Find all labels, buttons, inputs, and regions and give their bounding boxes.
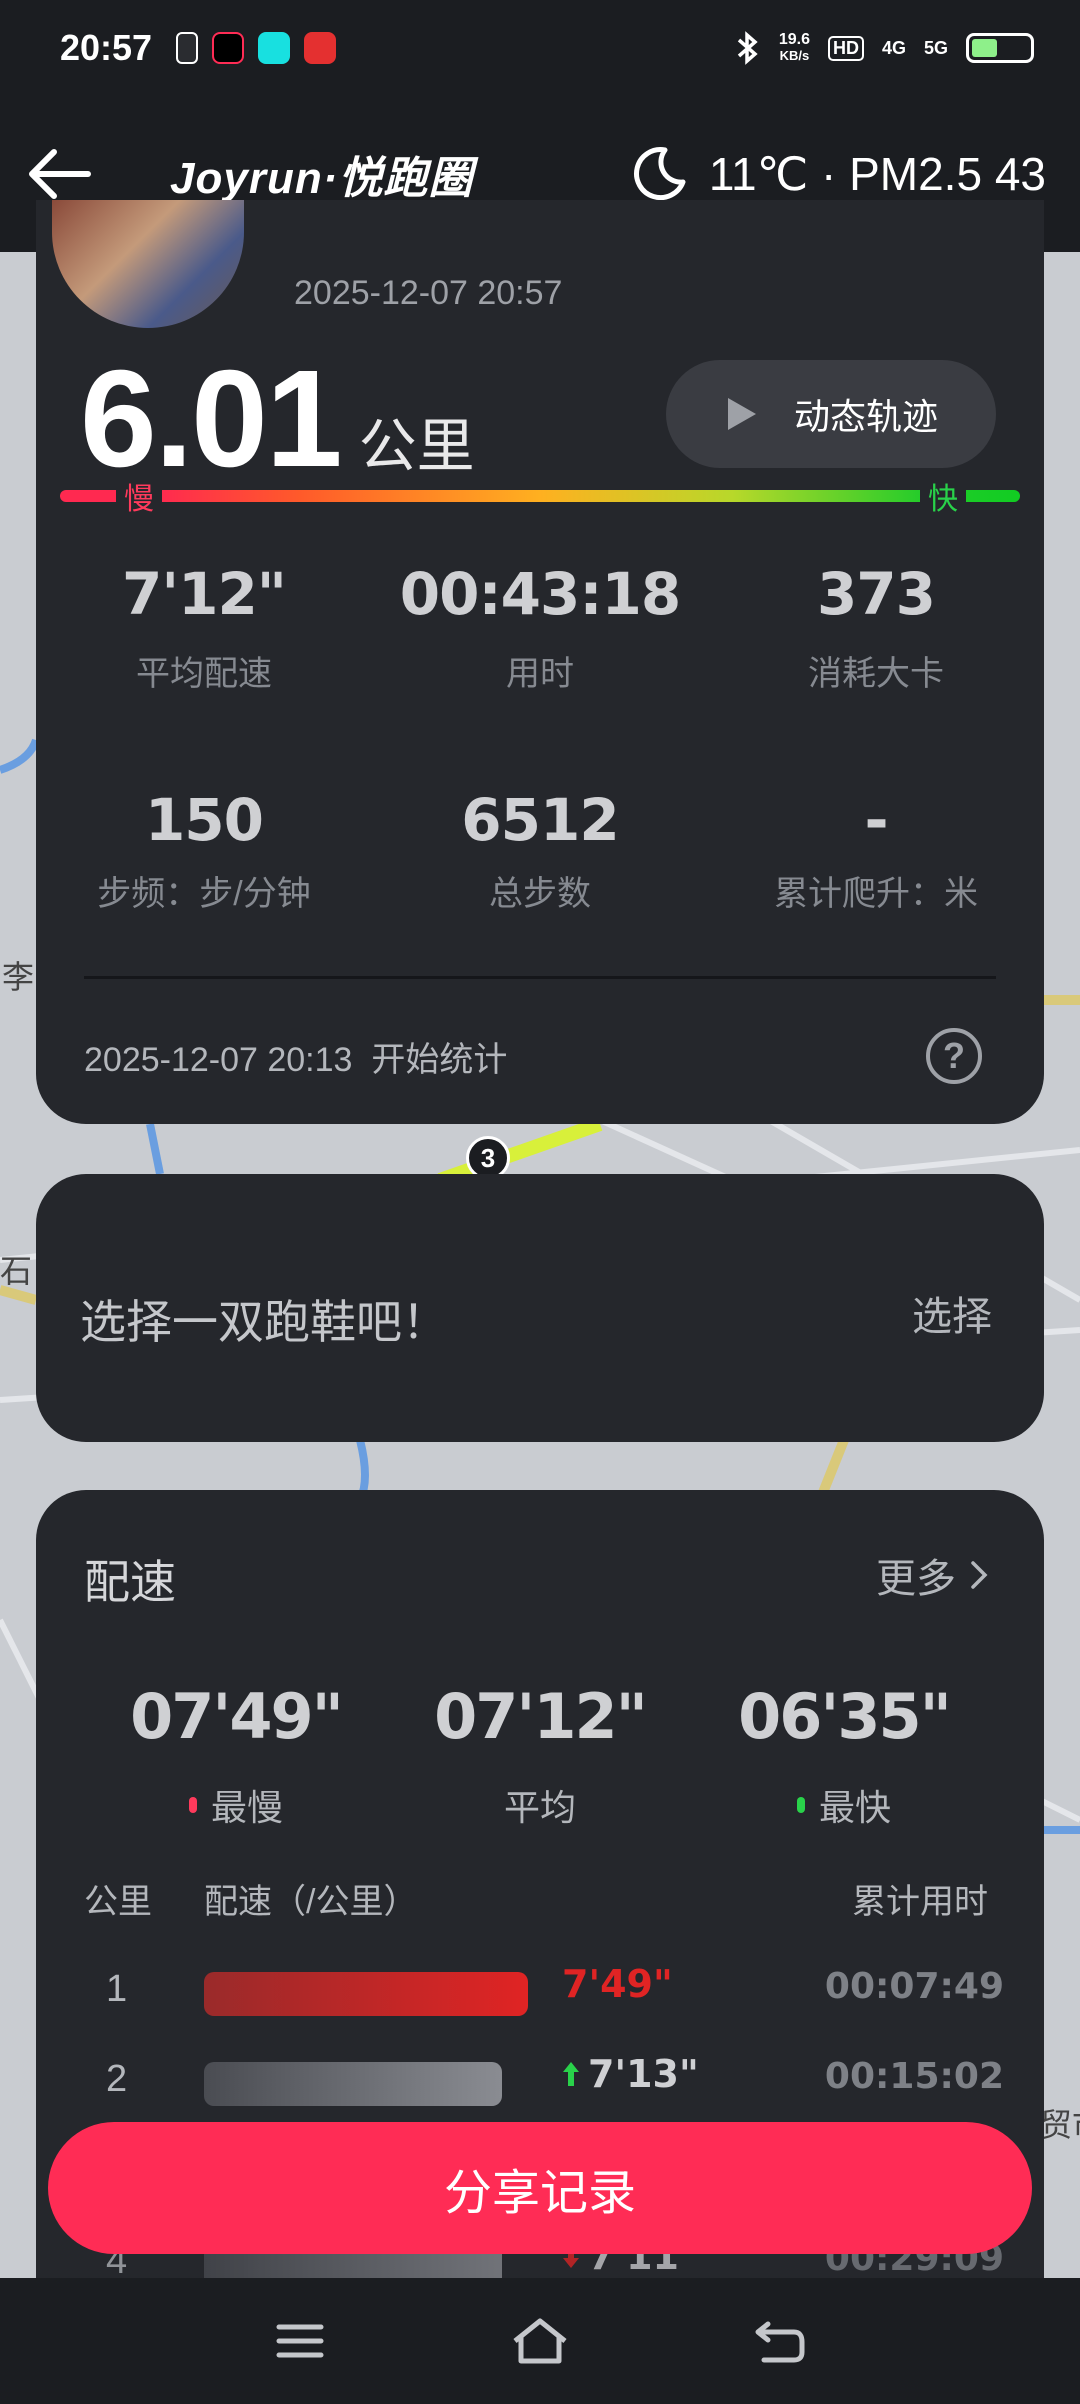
run-datetime: 2025-12-07 20:57 [294,274,563,312]
km-total-time: 00:07:49 [824,1966,1004,2007]
signal-4g-icon: 4G [881,37,906,58]
slow-dot-icon [188,1797,197,1813]
pace-slowest-value: 07'49" [130,1680,344,1753]
fast-dot-icon [796,1797,805,1813]
stat-value: - [864,786,888,854]
more-button[interactable]: 更多 [876,1546,988,1604]
column-header-pace: 配速（/公里） [204,1883,418,1921]
speed-gradient-bar [60,490,1020,502]
map-label: 贸市 [1040,2107,1080,2143]
stat-label: 平均配速 [136,655,272,693]
brand-logo: Joyrun·悦跑圈 [170,154,474,203]
return-icon [755,2321,805,2363]
pace-slowest-label: 最慢 [210,1787,283,1828]
more-label: 更多 [876,1557,956,1601]
stat-value: 150 [144,786,264,854]
pace-slowest: 07'49" 最慢 [96,1680,376,1831]
chevron-right-icon [971,1561,988,1589]
stat-value: 7'12" [121,560,287,628]
map-label: 石 [0,1253,33,1289]
stat-value: 6512 [461,786,619,854]
km-number: 1 [106,1968,128,2010]
pace-average-label: 平均 [503,1787,576,1828]
bluetooth-icon [737,31,758,65]
distance-unit: 公里 [358,414,475,479]
weather-text: 11℃ · PM2.5 43 [708,148,1046,200]
pace-title: 配速 [84,1556,176,1608]
play-icon [727,398,756,430]
shoe-prompt: 选择一双跑鞋吧！ [80,1296,448,1348]
stat-total-steps: 6512 总步数 [390,786,690,915]
column-header-total: 累计用时 [852,1883,988,1921]
table-row: 1 7'49" 00:07:49 [36,1962,1044,2032]
game-app-icon [304,32,337,64]
stat-label: 消耗大卡 [808,655,944,693]
fast-label: 快 [920,474,966,518]
back-button[interactable] [24,139,94,209]
app-notification-icon [176,32,199,64]
stat-cadence: 150 步频：步/分钟 [54,786,354,915]
notification-icons [176,32,337,64]
dynamic-track-button[interactable]: 动态轨迹 [666,360,996,468]
home-icon [513,2318,567,2364]
stat-value: 00:43:18 [399,560,682,628]
stat-calories: 373 消耗大卡 [726,560,1026,695]
pace-average: 07'12" 平均 [400,1680,680,1831]
help-icon[interactable]: ? [926,1028,982,1084]
stat-duration: 00:43:18 用时 [390,560,690,695]
weather-info: 11℃ · PM2.5 43 [629,144,1046,204]
pace-average-value: 07'12" [434,1680,648,1753]
stat-label: 累计爬升：米 [774,875,978,913]
status-bar: 20:57 19.6 KB/s HD 4G 5G [0,0,1080,96]
map-label: 李 [2,959,35,995]
pace-fastest: 06'35" 最快 [704,1680,984,1831]
stat-avg-pace: 7'12" 平均配速 [54,560,354,695]
back-nav-button[interactable] [745,2306,815,2376]
moon-icon [633,147,686,201]
km-number: 2 [106,2058,128,2100]
system-nav-bar [0,2278,1080,2404]
pace-bar [204,1972,528,2016]
stat-label: 用时 [506,655,574,693]
table-row: 2 7'13" 00:15:02 [36,2052,1044,2122]
menu-button[interactable] [265,2306,335,2376]
signal-5g-icon: 5G [923,37,948,58]
column-header-km: 公里 [84,1883,152,1921]
pace-bar [204,2062,502,2106]
arrow-up-icon [563,2062,579,2086]
status-time: 20:57 [60,27,153,68]
km-pace: 7'13" [562,2052,699,2096]
stat-elevation: - 累计爬升：米 [726,786,1026,915]
start-info: 2025-12-07 20:13 开始统计 [84,1041,508,1079]
km-pace: 7'49" [562,1962,673,2006]
stat-label: 步频：步/分钟 [97,875,311,913]
tiktok-icon [212,32,245,64]
pace-fastest-value: 06'35" [738,1680,952,1753]
menu-icon [276,2324,324,2358]
battery-icon [966,33,1034,63]
status-indicators: 19.6 KB/s HD 4G 5G [735,30,1034,66]
pace-fastest-label: 最快 [818,1787,891,1828]
dynamic-track-label: 动态轨迹 [793,396,938,437]
network-speed: 19.6 KB/s [778,31,810,64]
hd-icon: HD [827,35,864,61]
share-record-button[interactable]: 分享记录 [48,2122,1032,2254]
km-total-time: 00:15:02 [824,2056,1004,2097]
back-arrow-icon [29,149,91,199]
tiktok-lite-icon [258,32,291,64]
stat-value: 373 [816,560,936,628]
stat-label: 总步数 [489,875,591,913]
slow-label: 慢 [116,474,162,518]
home-button[interactable] [505,2306,575,2376]
select-shoe-button[interactable]: 选择 [912,1284,992,1342]
divider [84,976,996,979]
